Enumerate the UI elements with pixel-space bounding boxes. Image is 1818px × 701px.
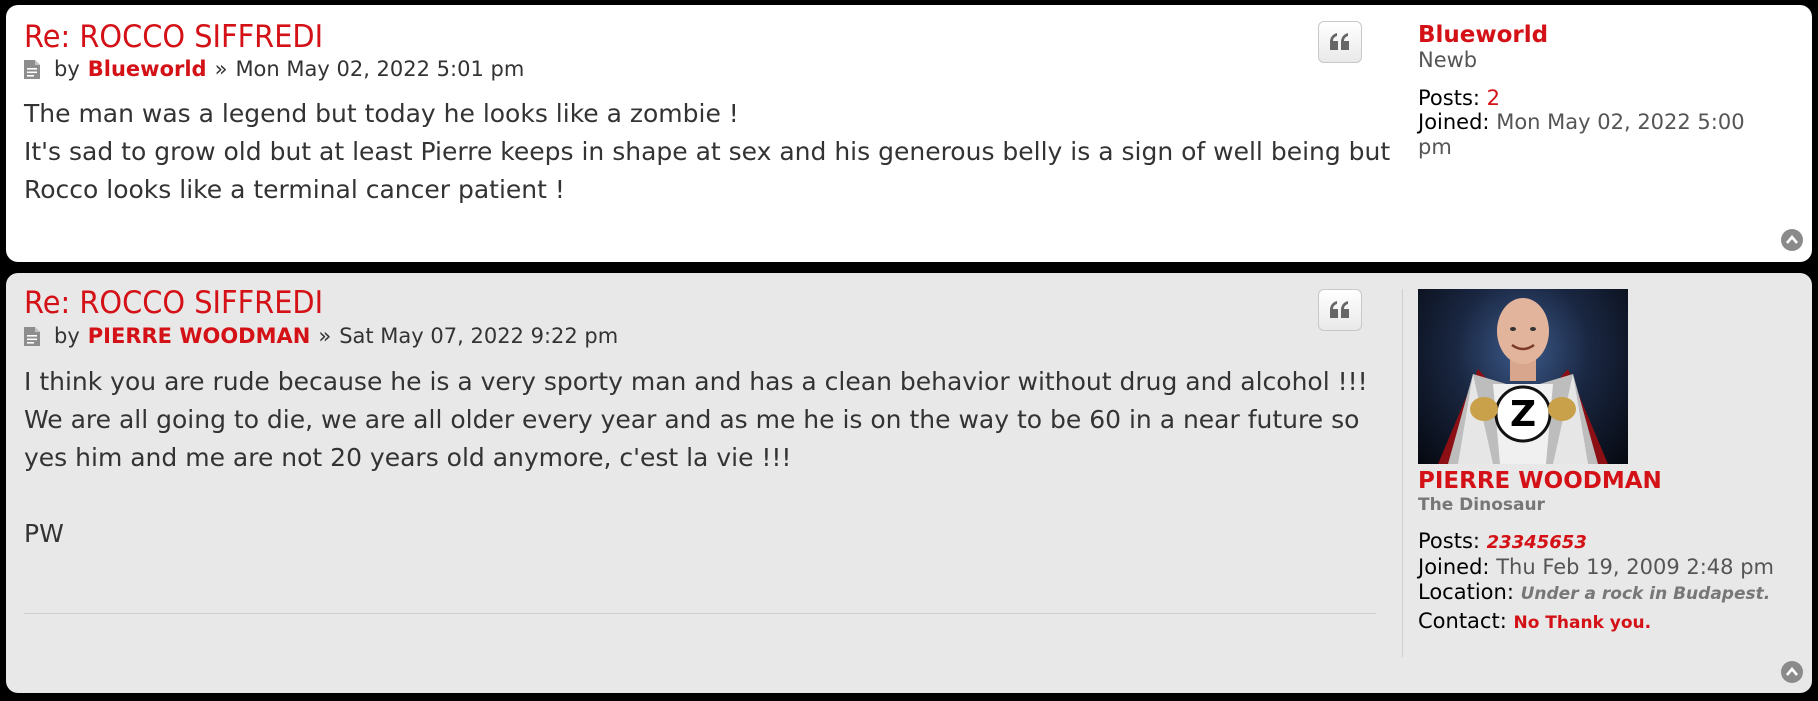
back-to-top-icon <box>1786 235 1798 244</box>
quote-icon <box>1330 301 1349 318</box>
content-line: The man was a legend but today he looks … <box>24 99 739 128</box>
contact-link[interactable]: No Thank you. <box>1513 613 1651 633</box>
post-content: The man was a legend but today he looks … <box>24 95 1390 209</box>
quote-icon <box>1330 33 1349 50</box>
profile-username[interactable]: Blueworld <box>1418 22 1745 48</box>
posts-count-link[interactable]: 23345653 <box>1487 532 1587 553</box>
post-title[interactable]: Re: ROCCO SIFFREDI <box>24 285 323 321</box>
post-content: I think you are rude because he is a ver… <box>24 363 1368 553</box>
profile-username[interactable]: PIERRE WOODMAN <box>1418 468 1774 494</box>
content-line: yes him and me are not 20 years old anym… <box>24 443 792 472</box>
joined-value: Thu Feb 19, 2009 2:48 pm <box>1496 555 1774 579</box>
author-link[interactable]: Blueworld <box>88 57 207 81</box>
location-label: Location: <box>1418 580 1514 604</box>
post-meta: by PIERRE WOODMAN » Sat May 07, 2022 9:2… <box>24 324 618 348</box>
post-profile: Blueworld Newb Posts: 2 Joined: Mon May … <box>1418 22 1745 160</box>
author-link[interactable]: PIERRE WOODMAN <box>88 324 311 348</box>
by-label: by <box>54 324 80 348</box>
contact-label: Contact: <box>1418 609 1507 633</box>
post-date: Sat May 07, 2022 9:22 pm <box>339 324 619 348</box>
by-label: by <box>54 57 80 81</box>
back-to-top-button[interactable] <box>1781 229 1803 251</box>
back-to-top-icon <box>1786 667 1798 676</box>
meta-separator: » <box>318 324 332 348</box>
post-date: Mon May 02, 2022 5:01 pm <box>235 57 525 81</box>
joined-label: Joined: <box>1418 555 1490 579</box>
profile-joined: Joined: Thu Feb 19, 2009 2:48 pm <box>1418 555 1774 580</box>
post-icon[interactable] <box>24 59 40 79</box>
quote-button[interactable] <box>1318 289 1362 331</box>
post-2: Re: ROCCO SIFFREDI by PIERRE WOODMAN » S… <box>6 273 1812 693</box>
joined-value-cont: pm <box>1418 135 1452 159</box>
content-line <box>24 477 1368 515</box>
profile-contact: Contact: No Thank you. <box>1418 607 1774 637</box>
back-to-top-button[interactable] <box>1781 661 1803 683</box>
content-line: It's sad to grow old but at least Pierre… <box>24 137 1391 166</box>
content-line: We are all going to die, we are all olde… <box>24 405 1360 434</box>
profile-joined: Joined: Mon May 02, 2022 5:00 pm <box>1418 110 1745 160</box>
posts-count-link[interactable]: 2 <box>1487 86 1500 110</box>
joined-label: Joined: <box>1418 110 1490 134</box>
profile-posts: Posts: 2 <box>1418 86 1745 110</box>
content-line: PW <box>24 519 64 548</box>
profile-divider <box>1402 289 1403 657</box>
avatar-image: Z <box>1438 298 1608 464</box>
content-line: I think you are rude because he is a ver… <box>24 367 1368 396</box>
posts-label: Posts: <box>1418 529 1480 553</box>
profile-posts: Posts: 23345653 <box>1418 529 1774 555</box>
joined-value: Mon May 02, 2022 5:00 <box>1496 110 1745 134</box>
avatar-letter: Z <box>1510 394 1536 435</box>
post-signature-divider <box>24 613 1376 614</box>
avatar[interactable]: Z <box>1418 289 1628 464</box>
quote-button[interactable] <box>1318 21 1362 63</box>
post-icon[interactable] <box>24 326 40 346</box>
post-meta: by Blueworld » Mon May 02, 2022 5:01 pm <box>24 57 524 81</box>
posts-label: Posts: <box>1418 86 1480 110</box>
post-title[interactable]: Re: ROCCO SIFFREDI <box>24 19 323 55</box>
profile-rank: The Dinosaur <box>1418 495 1545 515</box>
post-profile: Z PIERRE WOODMAN The Dinosaur Posts: 233… <box>1418 289 1774 637</box>
meta-separator: » <box>214 57 228 81</box>
location-value: Under a rock in Budapest. <box>1520 584 1771 604</box>
profile-rank: Newb <box>1418 48 1478 72</box>
profile-location: Location: Under a rock in Budapest. <box>1418 580 1774 607</box>
post-1: Re: ROCCO SIFFREDI by Blueworld » Mon Ma… <box>6 5 1812 262</box>
content-line: Rocco looks like a terminal cancer patie… <box>24 175 565 204</box>
